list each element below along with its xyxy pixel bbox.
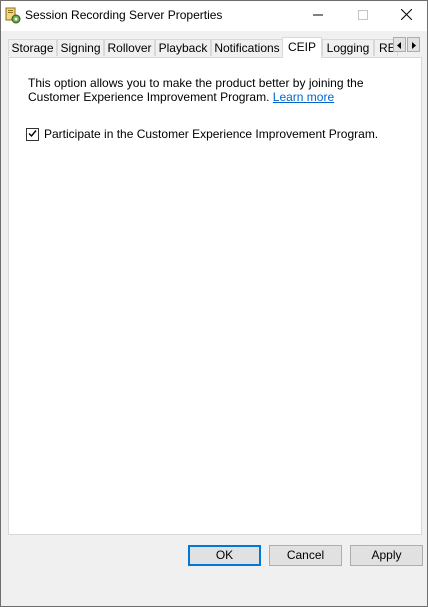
learn-more-link[interactable]: Learn more [273, 90, 334, 104]
maximize-icon [357, 9, 368, 23]
tab-logging[interactable]: Logging [322, 39, 374, 56]
tab-scroll-right-button[interactable] [407, 37, 420, 52]
apply-button[interactable]: Apply [350, 545, 423, 566]
tab-storage[interactable]: Storage [8, 39, 57, 56]
cancel-button[interactable]: Cancel [269, 545, 342, 566]
window-title: Session Recording Server Properties [25, 8, 223, 22]
tab-playback[interactable]: Playback [155, 39, 211, 56]
ceip-tab-panel: This option allows you to make the produ… [8, 57, 422, 535]
tab-strip: Storage Signing Rollover Playback Notifi… [8, 37, 422, 58]
ceip-participate-checkbox[interactable] [26, 127, 39, 141]
tab-ceip[interactable]: CEIP [282, 37, 322, 58]
close-icon [400, 8, 413, 23]
ceip-description: This option allows you to make the produ… [28, 76, 408, 104]
chevron-right-icon [411, 38, 416, 52]
checkmark-icon [28, 127, 37, 141]
title-bar[interactable]: Session Recording Server Properties [1, 1, 427, 31]
ok-button[interactable]: OK [188, 545, 261, 566]
maximize-button[interactable] [340, 1, 385, 31]
minimize-button[interactable] [295, 1, 340, 31]
ceip-participate-label: Participate in the Customer Experience I… [44, 127, 379, 141]
tab-scroll-left-button[interactable] [393, 37, 406, 52]
tab-rollover[interactable]: Rollover [104, 39, 155, 56]
close-button[interactable] [384, 1, 428, 31]
chevron-left-icon [397, 38, 402, 52]
ceip-participate-row[interactable]: Participate in the Customer Experience I… [26, 126, 378, 142]
minimize-icon [312, 9, 323, 23]
session-recording-app-icon [5, 7, 21, 25]
properties-dialog: Session Recording Server Properties Stor… [0, 0, 428, 607]
tab-notifications[interactable]: Notifications [211, 39, 283, 56]
tab-signing[interactable]: Signing [57, 39, 104, 56]
